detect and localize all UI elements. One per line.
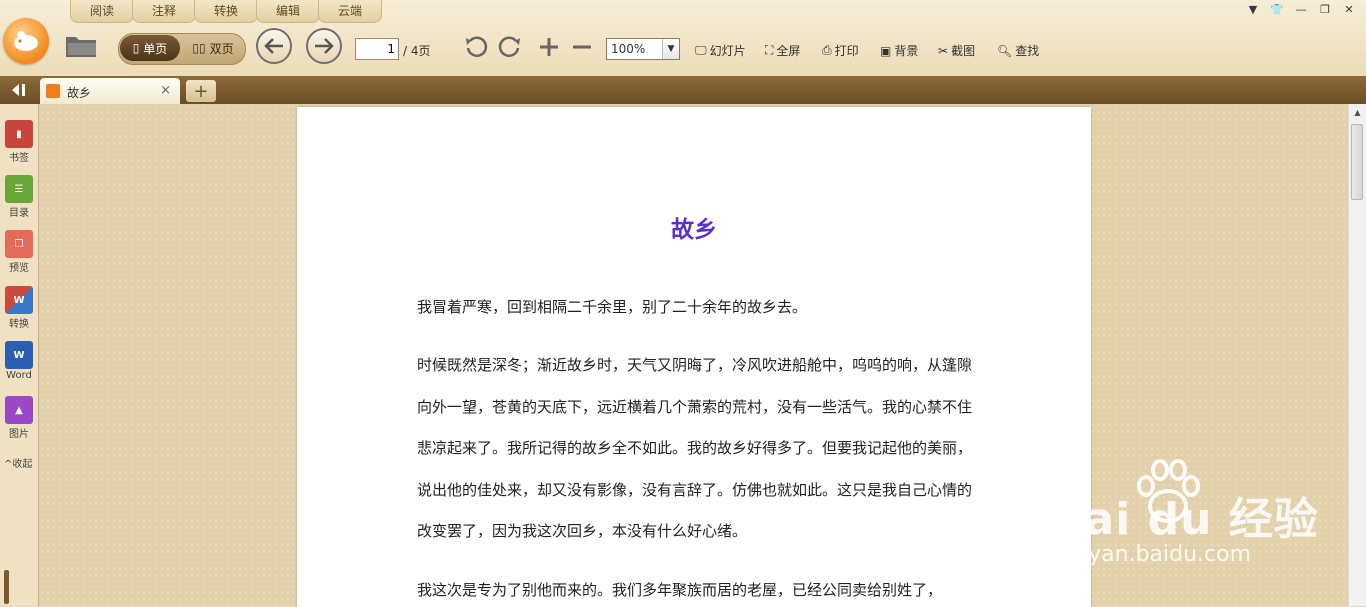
- skin-icon[interactable]: 👕: [1268, 2, 1286, 16]
- vertical-scrollbar[interactable]: ▲: [1348, 104, 1366, 606]
- sidebar-collapse-button[interactable]: ^收起: [4, 455, 32, 470]
- close-tab-icon[interactable]: ×: [160, 83, 171, 98]
- sidebar-scroll-handle[interactable]: [4, 570, 9, 604]
- collapse-sidebar-button[interactable]: [0, 76, 36, 104]
- image-icon: ▲: [5, 396, 33, 424]
- document-title: 故乡: [671, 217, 717, 243]
- collapse-left-icon: [12, 84, 25, 96]
- sidebar-item-toc[interactable]: ☰ 目录: [0, 175, 38, 219]
- view-mode-switch: ▯ 单页 ▯▯ 双页: [118, 33, 246, 65]
- paragraph: 我这次是专为了别他而来的。我们多年聚族而居的老屋，已经公同卖给别姓了，: [417, 581, 943, 599]
- zoom-select[interactable]: 100% ▼: [606, 38, 680, 60]
- rotate-left-button[interactable]: [463, 34, 489, 60]
- pdf-to-word-icon: W: [5, 286, 33, 314]
- close-icon[interactable]: ✕: [1340, 2, 1358, 16]
- slideshow-button[interactable]: 🖵 幻灯片: [695, 42, 746, 59]
- scissors-icon: ✂: [938, 43, 949, 58]
- sidebar-item-image[interactable]: ▲ 图片: [0, 396, 38, 440]
- arrow-right-icon: [315, 38, 334, 54]
- fullscreen-icon: ⛶: [765, 43, 774, 57]
- left-sidebar: ▮ 书签 ☰ 目录 ❐ 预览 W 转换 W Word ▲ 图片 ^收起: [0, 104, 39, 606]
- menu-tab-cloud[interactable]: 云端: [318, 0, 382, 23]
- sidebar-item-bookmarks[interactable]: ▮ 书签: [0, 120, 38, 164]
- window-controls: ▼ 👕 — ❐ ✕: [1244, 2, 1358, 16]
- page-number-input[interactable]: [355, 38, 399, 60]
- printer-icon: ⎙: [822, 43, 832, 57]
- menu-tab-convert[interactable]: 转换: [194, 0, 258, 23]
- document-tab-bar: 故乡 × +: [0, 76, 1366, 104]
- rotate-right-icon: [498, 36, 520, 57]
- document-icon: [46, 84, 60, 98]
- plus-icon: [540, 38, 558, 56]
- app-logo[interactable]: [3, 18, 49, 64]
- restore-icon[interactable]: ❐: [1316, 2, 1334, 16]
- zoom-out-button[interactable]: [569, 34, 595, 60]
- menu-icon[interactable]: ▼: [1244, 2, 1262, 16]
- toc-icon: ☰: [5, 175, 33, 203]
- minimize-icon[interactable]: —: [1292, 2, 1310, 16]
- background-icon: ▣: [880, 43, 892, 58]
- menu-tab-read[interactable]: 阅读: [70, 0, 134, 23]
- background-button[interactable]: ▣ 背景: [880, 42, 918, 59]
- document-tab-label: 故乡: [67, 86, 92, 100]
- folder-icon: [66, 37, 96, 57]
- page-total: / 4页: [403, 44, 431, 58]
- sidebar-item-convert[interactable]: W 转换: [0, 286, 38, 330]
- print-button[interactable]: ⎙ 打印: [822, 42, 859, 59]
- double-page-button[interactable]: ▯▯ 双页: [185, 35, 241, 61]
- document-page: 故乡 我冒着严寒，回到相隔二千余里，别了二十余年的故乡去。 时候既然是深冬；渐近…: [297, 107, 1091, 607]
- minus-icon: [573, 45, 591, 49]
- single-page-button[interactable]: ▯ 单页: [120, 35, 180, 61]
- find-button[interactable]: 🔍︎ 查找: [997, 42, 1039, 59]
- chevron-down-icon: ▼: [662, 39, 679, 59]
- document-tab[interactable]: 故乡 ×: [40, 78, 180, 104]
- menu-tab-annotate[interactable]: 注释: [132, 0, 196, 23]
- arrow-left-icon: [264, 38, 283, 54]
- main-toolbar: 阅读 注释 转换 编辑 云端 ▼ 👕 — ❐ ✕ ▯ 单页 ▯▯ 双页 / 4页: [0, 0, 1366, 77]
- word-icon: W: [5, 341, 33, 369]
- two-page-icon: ▯▯: [192, 41, 206, 55]
- previous-page-button[interactable]: [256, 28, 292, 64]
- sidebar-item-preview[interactable]: ❐ 预览: [0, 230, 38, 274]
- bookmark-icon: ▮: [5, 120, 33, 148]
- screenshot-button[interactable]: ✂ 截图: [938, 42, 975, 59]
- slideshow-icon: 🖵: [695, 43, 707, 57]
- document-viewer: 故乡 我冒着严寒，回到相隔二千余里，别了二十余年的故乡去。 时候既然是深冬；渐近…: [39, 104, 1349, 607]
- rotate-left-icon: [466, 36, 488, 57]
- paragraph: 时候既然是深冬；渐近故乡时，天气又阴晦了，冷风吹进船舱中，呜呜的响，从篷隙向外一…: [417, 356, 973, 540]
- next-page-button[interactable]: [306, 28, 342, 64]
- fullscreen-button[interactable]: ⛶ 全屏: [765, 42, 800, 59]
- rotate-right-button[interactable]: [497, 34, 523, 60]
- scroll-up-icon[interactable]: ▲: [1349, 104, 1366, 121]
- page-icon: ▯: [132, 41, 140, 55]
- paragraph: 我冒着严寒，回到相隔二千余里，别了二十余年的故乡去。: [417, 298, 808, 316]
- open-folder-button[interactable]: [64, 32, 100, 60]
- menu-tab-edit[interactable]: 编辑: [256, 0, 320, 23]
- add-tab-button[interactable]: +: [186, 80, 216, 102]
- zoom-in-button[interactable]: [536, 34, 562, 60]
- sidebar-item-word[interactable]: W Word: [0, 341, 38, 381]
- search-icon: 🔍︎: [997, 43, 1013, 58]
- preview-icon: ❐: [5, 230, 33, 258]
- scrollbar-thumb[interactable]: [1351, 124, 1363, 200]
